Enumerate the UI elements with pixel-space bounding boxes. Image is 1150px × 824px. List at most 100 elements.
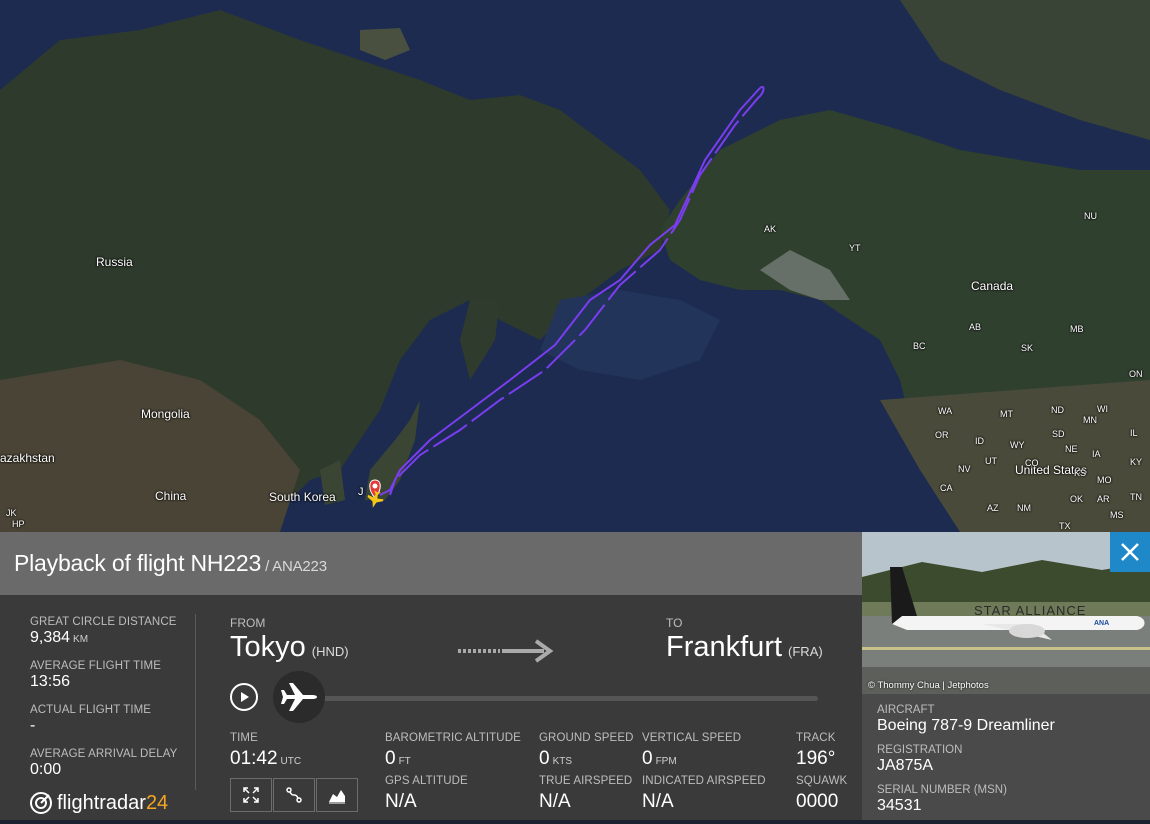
fit-view-button[interactable] [230, 778, 272, 812]
time-block: TIME 01:42 UTC [230, 732, 301, 770]
ias-label: INDICATED AIRSPEED [642, 775, 766, 787]
time-value-row: 01:42 UTC [230, 748, 301, 770]
avg-time-value: 13:56 [30, 673, 71, 690]
aircraft-value: Boeing 787-9 Dreamliner [877, 717, 1055, 734]
label-mt: MT [1000, 409, 1013, 419]
to-code: (FRA) [788, 644, 823, 659]
vs-label: VERTICAL SPEED [642, 732, 742, 744]
flight-title: Playback of flight NH223 [14, 550, 262, 576]
label-nu: NU [1084, 211, 1097, 221]
map-canvas [0, 0, 1150, 532]
label-sk: SK [1021, 343, 1034, 353]
label-co: CO [1025, 458, 1039, 468]
label-jk: JK [6, 508, 17, 518]
label-or: OR [935, 430, 949, 440]
label-ab: AB [969, 322, 982, 332]
playback-timeline[interactable] [300, 696, 818, 701]
divider [195, 614, 196, 790]
label-ne: NE [1065, 444, 1078, 454]
baro-label: BAROMETRIC ALTITUDE [385, 732, 521, 744]
vs-block: VERTICAL SPEED 0 FPM [642, 732, 741, 770]
to-city-row: Frankfurt (FRA) [666, 631, 823, 664]
gs-unit: KTS [552, 756, 573, 767]
squawk-value: 0000 [796, 791, 839, 812]
label-hp: HP [12, 519, 25, 529]
registration-label: REGISTRATION [877, 744, 963, 756]
airplane-icon [281, 683, 317, 711]
distance-value: 9,384 [30, 629, 71, 646]
panel-header: Playback of flight NH223/ ANA223 [0, 532, 862, 595]
aircraft-card: STAR ALLIANCE ANA © Thommy Chua | Jetpho… [862, 532, 1150, 820]
label-ks: KS [1074, 468, 1087, 478]
altitude-graph-button[interactable] [316, 778, 358, 812]
play-button[interactable] [230, 683, 258, 711]
aircraft-photo[interactable]: STAR ALLIANCE ANA © Thommy Chua | Jetpho… [862, 532, 1150, 694]
vs-value-row: 0 FPM [642, 748, 741, 770]
label-wa: WA [938, 406, 953, 416]
label-ok: OK [1070, 494, 1084, 504]
label-il: IL [1130, 428, 1138, 438]
photo-livery-text: STAR ALLIANCE [974, 603, 1086, 618]
label-ky: KY [1130, 457, 1143, 467]
label-on: ON [1129, 369, 1143, 379]
squawk-block: SQUAWK 0000 [796, 775, 847, 813]
aircraft-label: AIRCRAFT [877, 704, 935, 716]
close-icon [1121, 543, 1139, 561]
label-tn: TN [1130, 492, 1142, 502]
baro-block: BAROMETRIC ALTITUDE 0 FT [385, 732, 521, 770]
label-ia: IA [1092, 449, 1101, 459]
fit-view-icon [243, 787, 259, 803]
to-label: TO [666, 616, 683, 630]
route-arrow-icon [458, 639, 554, 663]
label-kazakhstan: azakhstan [0, 451, 55, 465]
label-ut: UT [985, 456, 997, 466]
page-title: Playback of flight NH223/ ANA223 [14, 550, 327, 577]
baro-value: 0 [385, 748, 396, 769]
label-mn: MN [1083, 415, 1097, 425]
logo-number: 24 [145, 791, 169, 814]
label-az: AZ [987, 503, 999, 513]
label-wi: WI [1097, 404, 1108, 414]
logo-text: flightradar [57, 791, 146, 814]
close-button[interactable] [1110, 532, 1150, 572]
aircraft-photo-image: STAR ALLIANCE ANA [862, 532, 1150, 694]
label-id: ID [975, 436, 984, 446]
baro-value-row: 0 FT [385, 748, 521, 770]
vs-unit: FPM [655, 756, 677, 767]
ias-block: INDICATED AIRSPEED N/A [642, 775, 766, 813]
ias-value: N/A [642, 791, 674, 812]
timeline-handle[interactable] [273, 671, 325, 723]
label-nm: NM [1017, 503, 1031, 513]
delay-value: 0:00 [30, 761, 62, 778]
gps-label: GPS ALTITUDE [385, 775, 468, 787]
flightradar24-logo: flightradar 24 [29, 791, 168, 815]
time-value: 01:42 [230, 748, 278, 769]
gs-block: GROUND SPEED 0 KTS [539, 732, 634, 770]
photo-tail-text: ANA [1094, 620, 1109, 627]
distance-unit: KM [73, 634, 89, 645]
gps-block: GPS ALTITUDE N/A [385, 775, 468, 813]
gs-value-row: 0 KTS [539, 748, 634, 770]
label-canada: Canada [971, 279, 1014, 293]
actual-time-label: ACTUAL FLIGHT TIME [30, 704, 152, 716]
gs-label: GROUND SPEED [539, 732, 634, 744]
label-ms: MS [1110, 510, 1124, 520]
label-bc: BC [913, 341, 926, 351]
aircraft-info: AIRCRAFT Boeing 787-9 Dreamliner REGISTR… [877, 704, 1055, 824]
distance-label: GREAT CIRCLE DISTANCE [30, 616, 177, 628]
flight-map[interactable]: Russia Mongolia azakhstan China South Ko… [0, 0, 1150, 532]
time-unit: UTC [280, 756, 302, 767]
label-wy: WY [1010, 440, 1025, 450]
from-code: (HND) [311, 644, 349, 659]
route-view-button[interactable] [273, 778, 315, 812]
label-tx: TX [1059, 521, 1071, 531]
to-city: Frankfurt [666, 631, 783, 663]
radar-icon [30, 792, 52, 814]
label-russia: Russia [96, 255, 133, 269]
actual-time-value: - [30, 717, 36, 734]
playback-panel: Playback of flight NH223/ ANA223 GREAT C… [0, 532, 862, 820]
tas-label: TRUE AIRSPEED [539, 775, 633, 787]
map-view-buttons [230, 778, 359, 812]
label-nv: NV [958, 464, 971, 474]
label-mo: MO [1097, 475, 1112, 485]
